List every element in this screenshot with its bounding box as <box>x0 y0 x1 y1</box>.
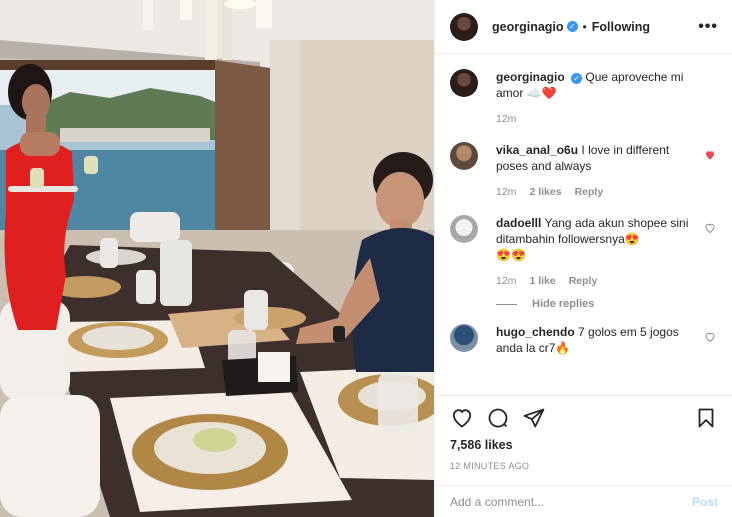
comment-likes-count[interactable]: 2 likes <box>529 184 561 200</box>
caption-emoji: ☁️❤️ <box>526 86 557 100</box>
avatar[interactable] <box>450 12 478 41</box>
hide-replies-line <box>496 303 517 305</box>
add-comment-input[interactable] <box>450 494 692 509</box>
comment-like-heart-icon[interactable] <box>704 331 716 343</box>
following-button[interactable]: Following <box>592 20 650 34</box>
reply-button[interactable]: Reply <box>569 273 598 289</box>
comment-age: 12m <box>496 186 517 198</box>
more-options-icon[interactable]: ••• <box>698 18 718 36</box>
post-timestamp[interactable]: 12 MINUTES AGO <box>450 461 718 471</box>
post-photo[interactable] <box>0 0 434 517</box>
likes-count[interactable]: 7,586 likes <box>450 438 718 452</box>
comment-emoji: 😍😍 <box>496 248 526 262</box>
post-side-panel: georginagio ✓ • Following ••• georginagi… <box>434 0 732 517</box>
comment-username[interactable]: hugo_chendo <box>496 325 575 339</box>
comment-username[interactable]: dadoelll <box>496 216 541 230</box>
caption-age: 12m <box>496 113 517 125</box>
comment-age: 12m <box>496 275 517 287</box>
reply-button[interactable]: Reply <box>575 184 604 200</box>
yacht-dinner-photo <box>0 0 434 517</box>
comment-item: hugo_chendo 7 golos em 5 jogos anda la c… <box>450 324 718 356</box>
comments-list[interactable]: georginagio ✓ Que aproveche mi amor ☁️❤️… <box>435 54 732 395</box>
share-paper-plane-icon[interactable] <box>522 406 546 430</box>
post-header: georginagio ✓ • Following ••• <box>435 0 732 54</box>
comment-likes-count[interactable]: 1 like <box>529 273 555 289</box>
like-heart-icon[interactable] <box>450 406 474 430</box>
comment-username[interactable]: vika_anal_o6u <box>496 143 578 157</box>
avatar[interactable] <box>450 69 478 97</box>
post-comment-button[interactable]: Post <box>692 495 718 509</box>
comment-item: vika_anal_o6u I love in different poses … <box>450 142 718 200</box>
caption-username[interactable]: georginagio <box>496 70 565 84</box>
comment-bubble-icon[interactable] <box>486 406 510 430</box>
verified-badge-icon: ✓ <box>571 73 583 84</box>
author-username[interactable]: georginagio <box>492 20 564 34</box>
avatar[interactable] <box>450 142 478 170</box>
add-comment-bar: Post <box>435 485 732 517</box>
comment-like-heart-icon[interactable] <box>704 222 716 234</box>
hide-replies-label: Hide replies <box>532 298 595 310</box>
caption: georginagio ✓ Que aproveche mi amor ☁️❤️… <box>450 69 718 127</box>
save-bookmark-icon[interactable] <box>694 406 718 430</box>
avatar[interactable] <box>450 324 478 352</box>
avatar[interactable] <box>450 215 478 243</box>
separator-dot: • <box>582 19 587 34</box>
comment-liked-heart-icon[interactable] <box>704 149 716 161</box>
comment-item: dadoelll Yang ada akun shopee sini ditam… <box>450 215 718 289</box>
post-actions: 7,586 likes 12 MINUTES AGO <box>435 395 732 485</box>
instagram-post: georginagio ✓ • Following ••• georginagi… <box>0 0 732 517</box>
verified-badge-icon: ✓ <box>566 21 578 32</box>
hide-replies-button[interactable]: Hide replies <box>496 298 718 310</box>
